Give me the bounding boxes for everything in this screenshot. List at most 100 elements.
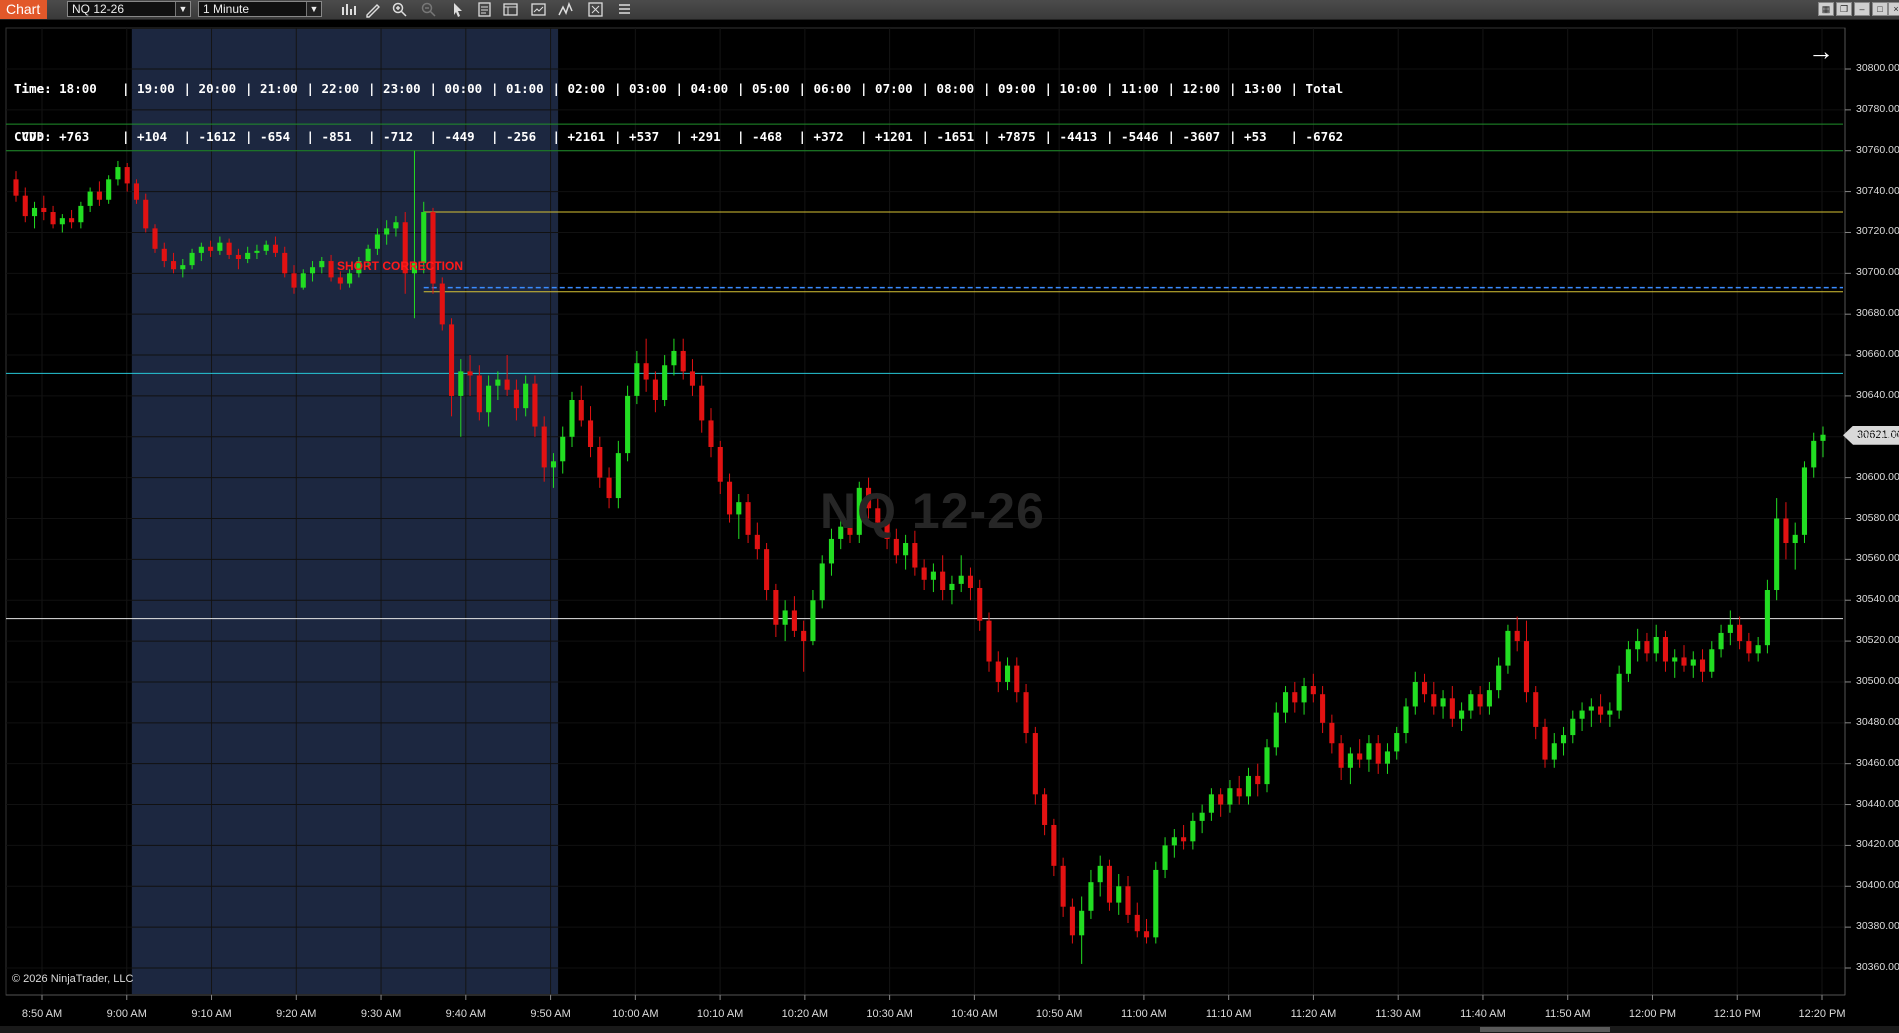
candle-body — [1801, 467, 1808, 535]
candle-body — [606, 477, 612, 499]
arrow-right-icon[interactable]: → — [1808, 36, 1834, 67]
tile-icon[interactable]: ▦ — [1818, 2, 1834, 16]
cvd-time-cell: | 00:00 — [429, 81, 483, 96]
cvd-value-cell: | -1612 — [183, 129, 237, 144]
candle-body — [1616, 673, 1622, 711]
cvd-time-cell: | 09:00 — [983, 81, 1036, 96]
cvd-value-cell: | -4413 — [1044, 129, 1098, 144]
price-tick-label: 30560.00 — [1856, 552, 1899, 565]
candle-body — [1375, 743, 1381, 764]
copyright-text: © 2026 NinjaTrader, LLC — [12, 973, 134, 985]
candle-body — [1403, 706, 1409, 734]
candle-body — [495, 379, 501, 386]
candle-body — [652, 379, 658, 400]
scrollbar-thumb[interactable] — [1480, 1027, 1610, 1032]
candle-body — [708, 420, 714, 447]
candle-body — [1366, 743, 1372, 760]
cvd-time-cell: | 08:00 — [921, 81, 975, 96]
instrument-selector[interactable]: NQ 12-26 ▼ — [67, 1, 191, 17]
candle-body — [921, 567, 927, 580]
data-box-icon[interactable] — [476, 1, 493, 18]
candle-body — [1227, 788, 1233, 805]
candle-body — [1690, 659, 1696, 666]
minimize-icon[interactable]: – — [1854, 2, 1870, 16]
time-tick-label: 11:00 AM — [1121, 1008, 1167, 1020]
cvd-time-cell: | 06:00 — [798, 81, 852, 96]
pencil-icon[interactable] — [364, 1, 381, 18]
candle-body — [1273, 712, 1279, 748]
candle-body — [1598, 706, 1604, 715]
candle-body — [1042, 794, 1048, 825]
candle-body — [1440, 698, 1446, 707]
zoom-in-icon[interactable] — [391, 1, 408, 18]
candle-body — [1320, 694, 1326, 723]
candle-body — [1023, 692, 1029, 734]
candle-body — [504, 379, 510, 390]
candle-body — [133, 183, 140, 200]
candle-body — [1709, 649, 1715, 672]
candle-body — [1431, 694, 1437, 707]
properties-icon[interactable] — [502, 1, 519, 18]
candle-body — [50, 212, 56, 225]
time-tick-label: 11:40 AM — [1460, 1008, 1506, 1020]
chevron-down-icon[interactable]: ▼ — [306, 2, 321, 16]
candle-body — [1755, 645, 1761, 654]
candle-body — [967, 575, 974, 588]
cvd-value-cell: | -654 — [245, 129, 291, 144]
candle-body — [476, 375, 482, 413]
candle-body — [319, 261, 325, 268]
candle-body — [1338, 743, 1344, 768]
candle-body — [523, 383, 529, 409]
cvd-value-cell: | -851 — [306, 129, 352, 144]
candle-body — [940, 571, 946, 591]
candle-body — [180, 265, 186, 270]
cvd-value-cell: | -256 — [491, 129, 537, 144]
candle-body — [1653, 637, 1659, 654]
candle-body — [208, 246, 214, 251]
time-tick-label: 10:30 AM — [866, 1008, 913, 1020]
candle-body — [1088, 882, 1094, 911]
candle-body — [1792, 534, 1798, 544]
restore-icon[interactable]: ❐ — [1836, 2, 1852, 16]
candle-body — [1236, 788, 1242, 797]
interval-selector[interactable]: 1 Minute ▼ — [198, 1, 322, 17]
candle-body — [680, 350, 686, 372]
menu-icon[interactable] — [616, 1, 633, 18]
candle-body — [1468, 694, 1474, 711]
candle-body — [791, 610, 797, 631]
close-icon[interactable]: × — [1888, 2, 1899, 16]
strategy-icon[interactable] — [530, 1, 547, 18]
horizontal-scrollbar[interactable] — [0, 1026, 1899, 1033]
chevron-down-icon[interactable]: ▼ — [175, 2, 190, 16]
time-tick-label: 11:50 AM — [1544, 1008, 1591, 1020]
pointer-icon[interactable] — [449, 1, 466, 18]
candle-body — [1514, 630, 1520, 642]
signal-label: SHORT CORRECTION — [337, 259, 463, 273]
bar-type-icon[interactable] — [340, 1, 357, 18]
candle-body — [115, 167, 121, 180]
candle-body — [819, 563, 825, 601]
cvd-time-cell: | 21:00 — [245, 81, 298, 96]
candle-body — [170, 261, 177, 270]
zoom-out-icon[interactable] — [420, 1, 437, 18]
time-tick-label: 8:50 AM — [21, 1008, 63, 1020]
candle-body — [615, 453, 621, 499]
maximize-icon[interactable]: □ — [1872, 2, 1888, 16]
candle-body — [1625, 649, 1631, 674]
candle-body — [699, 385, 705, 421]
candle-body — [1746, 641, 1752, 654]
candle-body — [764, 549, 770, 591]
indicator-icon[interactable] — [557, 1, 574, 18]
candle-body — [1421, 681, 1428, 695]
cvd-value-cell: | +53 — [1229, 129, 1267, 144]
time-tick-label: 11:30 AM — [1375, 1008, 1422, 1020]
time-tick-label: 9:10 AM — [191, 1008, 232, 1020]
price-tick-label: 30800.00 — [1856, 62, 1899, 74]
candle-body — [467, 371, 473, 376]
chart-tab[interactable]: Chart — [0, 0, 47, 19]
templates-icon[interactable] — [587, 1, 604, 18]
cvd-time-cell: Time: 18:00 — [14, 81, 97, 96]
candle-body — [541, 426, 547, 468]
time-tick-label: 9:00 AM — [106, 1008, 147, 1020]
candle-body — [1264, 747, 1270, 785]
